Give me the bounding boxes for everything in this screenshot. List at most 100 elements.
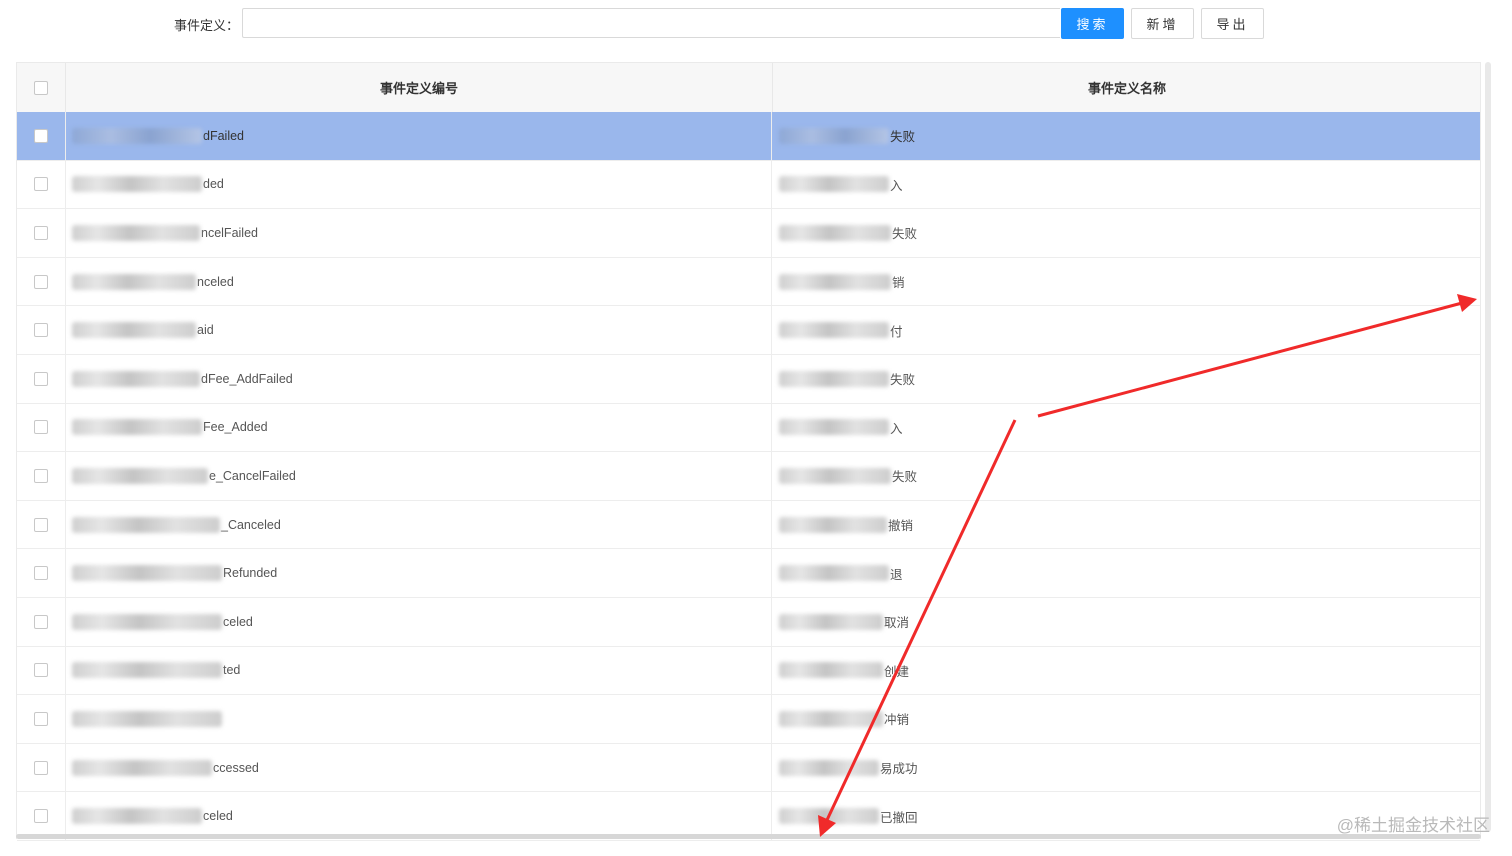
event-name-text: 撤销 xyxy=(888,519,914,534)
event-name-cell: 创建 xyxy=(773,647,1481,695)
redacted-text xyxy=(779,808,879,825)
redacted-text xyxy=(72,127,202,144)
event-code-text: dFailed xyxy=(203,128,244,143)
table-row[interactable]: ded 入 xyxy=(17,160,1481,210)
redacted-text xyxy=(72,224,200,241)
event-code-text: aid xyxy=(197,323,214,338)
redacted-text xyxy=(72,322,196,339)
redacted-text xyxy=(779,273,891,290)
row-checkbox-cell xyxy=(17,500,66,549)
event-name-cell: 失败 xyxy=(773,112,1481,160)
table-row[interactable]: nceled 销 xyxy=(17,257,1480,307)
row-checkbox[interactable] xyxy=(34,323,48,338)
event-name-cell: 易成功 xyxy=(773,744,1481,792)
row-checkbox-cell xyxy=(17,743,66,792)
table-row[interactable]: celed 取消 xyxy=(17,597,1481,647)
event-code-text: celed xyxy=(223,614,253,629)
row-checkbox-cell xyxy=(17,354,66,403)
horizontal-scrollbar[interactable] xyxy=(16,834,1481,839)
table-row[interactable]: dFailed 失败 xyxy=(17,112,1480,161)
row-checkbox[interactable] xyxy=(34,517,48,532)
row-checkbox-cell xyxy=(17,646,66,695)
table-row[interactable]: aid 付 xyxy=(17,306,1480,355)
event-code-cell: Refunded xyxy=(66,549,772,597)
row-checkbox-cell xyxy=(17,257,66,306)
select-all-checkbox[interactable] xyxy=(34,80,48,95)
redacted-text xyxy=(779,759,879,776)
row-checkbox[interactable] xyxy=(34,468,48,483)
row-checkbox-cell xyxy=(17,792,66,840)
event-code-text: ded xyxy=(203,177,224,192)
event-code-text: ncelFailed xyxy=(201,225,258,240)
row-checkbox[interactable] xyxy=(34,711,48,726)
event-code-cell xyxy=(66,695,772,743)
table-row[interactable]: e_CancelFailed 失败 xyxy=(17,452,1480,501)
table-row[interactable]: _Canceled 撤销 xyxy=(17,500,1480,550)
row-checkbox-cell xyxy=(17,695,66,743)
table-row[interactable]: ccessed 易成功 xyxy=(17,743,1481,793)
export-button[interactable]: 导出 xyxy=(1201,8,1264,39)
row-checkbox-cell xyxy=(17,209,66,257)
event-name-text: 冲销 xyxy=(884,713,910,728)
event-definition-table: 事件定义编号 事件定义名称 dFailed 失败 ded 入 ncelFailed 失败 n… xyxy=(16,62,1481,841)
row-checkbox[interactable] xyxy=(34,614,48,629)
table-row[interactable]: 冲销 xyxy=(17,695,1480,744)
row-checkbox[interactable] xyxy=(34,663,48,678)
search-button[interactable]: 搜索 xyxy=(1061,8,1124,39)
row-checkbox[interactable] xyxy=(34,225,48,240)
redacted-text xyxy=(72,808,202,825)
table-row[interactable]: dFee_AddFailed 失败 xyxy=(17,354,1480,404)
redacted-text xyxy=(779,613,883,630)
redacted-text xyxy=(779,419,889,436)
toolbar: 事件定义： 搜索 新增 导出 xyxy=(0,0,1512,48)
table-header: 事件定义编号 事件定义名称 xyxy=(17,63,1480,113)
row-checkbox[interactable] xyxy=(34,177,48,192)
row-checkbox[interactable] xyxy=(34,809,48,824)
search-label: 事件定义： xyxy=(174,18,240,33)
row-checkbox[interactable] xyxy=(34,371,48,386)
row-checkbox[interactable] xyxy=(34,420,48,435)
event-name-cell: 入 xyxy=(773,161,1481,209)
redacted-text xyxy=(779,662,883,679)
event-name-text: 退 xyxy=(890,567,903,582)
redacted-text xyxy=(779,516,887,533)
row-checkbox-cell xyxy=(17,112,66,160)
row-checkbox-cell xyxy=(17,403,66,452)
redacted-text xyxy=(72,419,202,436)
table-row[interactable]: Fee_Added 入 xyxy=(17,403,1480,453)
event-code-cell: celed xyxy=(66,597,772,646)
redacted-text xyxy=(779,565,889,582)
redacted-text xyxy=(72,613,222,630)
event-code-cell: ccessed xyxy=(66,743,772,792)
redacted-text xyxy=(779,370,889,387)
event-code-text: Refunded xyxy=(223,566,278,581)
event-name-text: 取消 xyxy=(884,616,910,631)
event-code-cell: dFailed xyxy=(66,112,772,160)
row-checkbox-cell xyxy=(17,160,66,209)
vertical-scrollbar[interactable] xyxy=(1485,62,1491,832)
redacted-text xyxy=(72,370,200,387)
table-row[interactable]: ted 创建 xyxy=(17,646,1481,696)
event-code-text: e_CancelFailed xyxy=(209,468,296,483)
redacted-text xyxy=(72,273,196,290)
redacted-text xyxy=(779,710,883,727)
row-checkbox[interactable] xyxy=(34,566,48,581)
redacted-text xyxy=(72,176,202,193)
event-code-text: Fee_Added xyxy=(203,420,268,435)
redacted-text xyxy=(779,127,889,144)
event-code-text: ted xyxy=(223,663,241,678)
redacted-text xyxy=(779,322,889,339)
event-name-cell: 付 xyxy=(773,306,1481,354)
event-name-cell: 取消 xyxy=(773,598,1481,646)
row-checkbox[interactable] xyxy=(34,274,48,289)
row-checkbox[interactable] xyxy=(34,128,48,143)
column-header-code[interactable]: 事件定义编号 xyxy=(66,63,773,112)
table-row[interactable]: ncelFailed 失败 xyxy=(17,209,1480,258)
event-name-text: 入 xyxy=(890,178,903,193)
event-name-cell: 失败 xyxy=(773,209,1481,257)
table-row[interactable]: Refunded 退 xyxy=(17,549,1480,598)
column-header-name[interactable]: 事件定义名称 xyxy=(773,63,1481,112)
event-definition-input[interactable] xyxy=(242,8,1060,38)
add-button[interactable]: 新增 xyxy=(1131,8,1194,39)
row-checkbox[interactable] xyxy=(34,760,48,775)
